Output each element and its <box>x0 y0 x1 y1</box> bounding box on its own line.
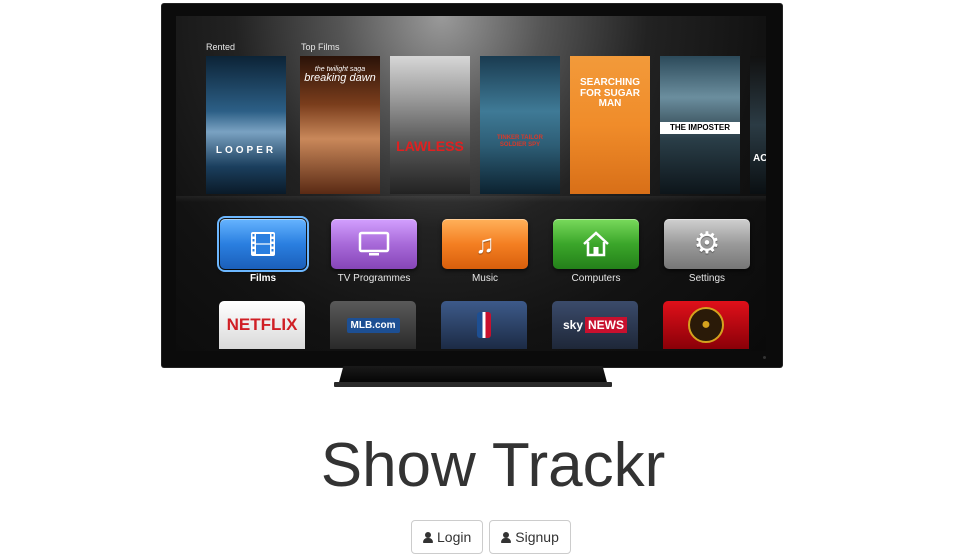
menu-item-computers: Computers <box>552 219 640 284</box>
nba-logo <box>441 301 527 349</box>
poster-title: LAWLESS <box>396 138 464 155</box>
trailers-icon: ● <box>663 301 749 349</box>
poster-lawless: LAWLESS <box>390 56 470 194</box>
news-label: NEWS <box>585 317 628 333</box>
poster-title: ACK <box>753 152 766 164</box>
menu-item-music: ♫ Music <box>441 219 529 284</box>
poster-title: SEARCHING FOR SUGAR MAN <box>579 77 640 109</box>
poster-looper: LOOPER <box>206 56 286 194</box>
poster-partial: ACK <box>750 56 766 194</box>
auth-buttons: Login Signup <box>411 520 571 554</box>
poster-searching-for-sugar-man: SEARCHING FOR SUGAR MAN <box>570 56 650 194</box>
login-label: Login <box>437 529 472 545</box>
poster-title: breaking dawn <box>304 72 376 85</box>
home-icon <box>583 231 609 257</box>
music-note-icon: ♫ <box>475 229 495 259</box>
mlb-label: MLB.com <box>346 317 400 333</box>
user-icon <box>423 531 433 543</box>
app-row: NETFLIX MLB.com sky NEWS ● <box>204 301 764 351</box>
shelf-label-rented: Rented <box>206 42 236 52</box>
power-led <box>763 356 766 359</box>
poster-shelf: LOOPER the twilight saga breaking dawn L… <box>206 56 766 196</box>
sky-news-logo: sky NEWS <box>552 301 638 349</box>
menu-label: Films <box>249 273 277 284</box>
poster-breaking-dawn: the twilight saga breaking dawn <box>300 56 380 194</box>
netflix-logo: NETFLIX <box>219 301 305 349</box>
tv-icon <box>358 231 390 256</box>
shelf-reflection <box>176 196 766 202</box>
menu-label: TV Programmes <box>337 273 411 284</box>
film-icon <box>251 232 275 256</box>
poster-the-imposter: THE IMPOSTER <box>660 56 740 194</box>
page-title: Show Trackr <box>320 431 666 500</box>
poster-title: TINKER TAILOR SOLDIER SPY <box>497 135 543 148</box>
shelf-label-top-films: Top Films <box>301 42 340 52</box>
poster-title: LOOPER <box>215 144 277 156</box>
menu-item-tv-programmes: TV Programmes <box>330 219 418 284</box>
menu-item-films: Films <box>217 216 309 284</box>
user-icon <box>501 531 512 543</box>
mlb-logo: MLB.com <box>330 301 416 349</box>
menu-label: Settings <box>688 273 726 284</box>
poster-tinker-tailor: TINKER TAILOR SOLDIER SPY <box>480 56 560 194</box>
menu-label: Music <box>471 273 499 284</box>
signup-button[interactable]: Signup <box>489 520 571 554</box>
menu-label: Computers <box>571 273 621 284</box>
sky-label: sky <box>562 318 584 332</box>
gear-icon: ⚙ <box>693 227 721 260</box>
poster-title: THE IMPOSTER <box>660 121 740 134</box>
tv-stand-base <box>334 382 612 387</box>
tv-screen: Rented Top Films LOOPER the twilight sag… <box>176 16 766 351</box>
main-menu: Films TV Programmes ♫ Music Computers ⚙ … <box>204 216 764 289</box>
login-button[interactable]: Login <box>411 520 484 554</box>
menu-item-settings: ⚙ Settings <box>663 219 751 284</box>
signup-label: Signup <box>515 529 559 545</box>
tv-hero-image: Rented Top Films LOOPER the twilight sag… <box>162 4 782 367</box>
